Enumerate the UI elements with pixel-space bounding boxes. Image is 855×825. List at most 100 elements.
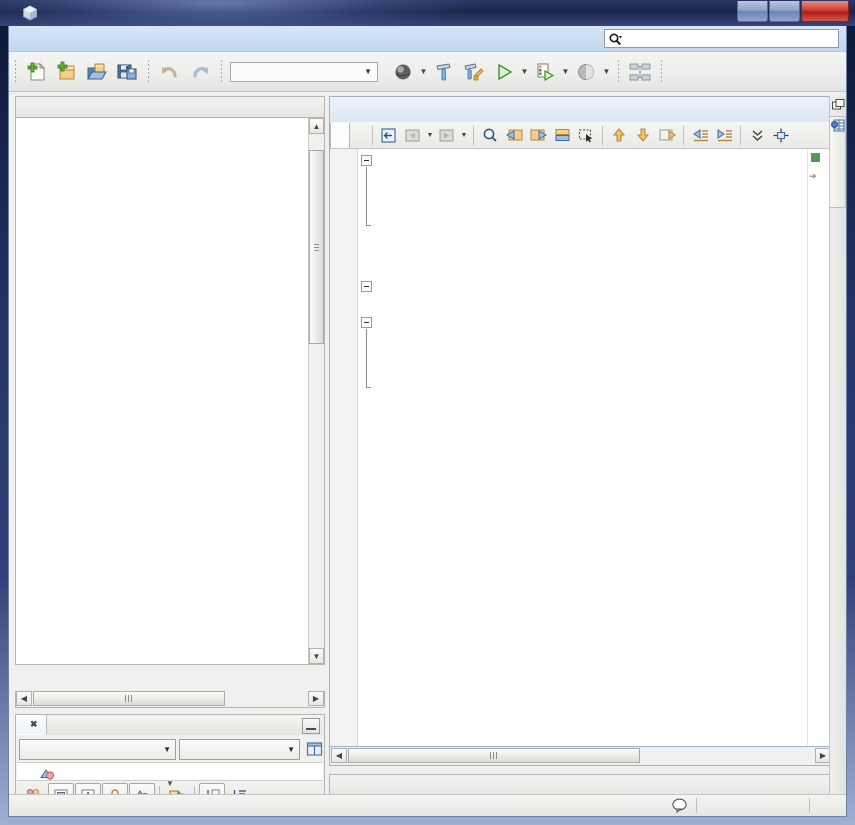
navigator-filter-combo[interactable]: ▼ — [179, 739, 300, 760]
toolbar-separator-3 — [221, 59, 222, 84]
title-bar — [0, 0, 855, 26]
next-bookmark-button[interactable] — [526, 123, 550, 147]
window-controls — [737, 1, 849, 22]
team-server-button[interactable] — [625, 57, 655, 87]
last-edit-button[interactable] — [377, 123, 401, 147]
previous-error-button[interactable] — [607, 123, 631, 147]
clean-build-icon — [464, 62, 484, 80]
projects-tree[interactable] — [16, 118, 299, 664]
shift-right-icon — [717, 128, 732, 141]
prev-bookmark-icon — [505, 129, 522, 140]
projects-tab-row — [15, 96, 325, 117]
toggle-rectangular-selection-button[interactable] — [574, 123, 598, 147]
shift-line-right-button[interactable] — [712, 123, 736, 147]
tab-properties-label — [817, 135, 831, 225]
save-all-button[interactable] — [112, 57, 142, 87]
next-bookmark-icon — [530, 129, 547, 140]
toolbar-separator-5 — [661, 59, 662, 84]
profile-dropdown[interactable]: ▼ — [601, 58, 612, 86]
editor-hscroll-thumb[interactable] — [348, 748, 640, 763]
shift-line-left-button[interactable] — [688, 123, 712, 147]
scroll-up-arrow[interactable]: ▲ — [309, 118, 324, 134]
set-main-project-dropdown[interactable]: ▼ — [418, 58, 429, 86]
run-dropdown[interactable]: ▼ — [519, 58, 530, 86]
memory-badge — [668, 58, 712, 86]
output-tab-row — [329, 774, 833, 795]
scroll-down-arrow[interactable]: ▼ — [309, 648, 324, 664]
fold-toggle-license[interactable] — [361, 155, 372, 166]
shift-icon — [659, 129, 676, 140]
chevron-down-icon: ▼ — [287, 745, 295, 754]
editor-hscroll-left-arrow[interactable]: ◀ — [331, 748, 347, 763]
profile-project-button[interactable] — [571, 57, 601, 87]
set-main-project-button[interactable] — [388, 57, 418, 87]
editor-horizontal-scrollbar[interactable]: ◀ ▶ — [329, 747, 833, 766]
minimize-navigator-button[interactable] — [302, 718, 320, 734]
debug-dropdown[interactable]: ▼ — [560, 58, 571, 86]
main-toolbar: ▼ ▼ ▼ ▼ ▼ — [9, 52, 846, 92]
project-config-combo[interactable]: ▼ — [230, 61, 378, 82]
projects-tree-pane[interactable]: ▲ ▼ — [15, 117, 325, 665]
clean-build-button[interactable] — [459, 57, 489, 87]
fold-toggle-javadoc[interactable] — [361, 317, 372, 328]
editor-toolbar-separator-5 — [740, 125, 741, 145]
hscroll-left-arrow[interactable]: ◀ — [16, 691, 32, 706]
back-history-button[interactable] — [401, 123, 425, 147]
projects-vertical-scrollbar[interactable]: ▲ ▼ — [308, 118, 324, 664]
new-file-button[interactable] — [22, 57, 52, 87]
debug-project-button[interactable] — [530, 57, 560, 87]
error-stripe[interactable]: ➔ — [807, 149, 824, 746]
tab-navigator[interactable]: ✖ — [16, 715, 47, 735]
editor-toolbar-separator-4 — [683, 125, 684, 145]
open-project-button[interactable] — [82, 57, 112, 87]
undo-icon — [162, 66, 177, 78]
float-window-icon[interactable] — [832, 99, 845, 115]
profile-pie-icon — [578, 63, 594, 80]
shift-line-button[interactable] — [655, 123, 679, 147]
forward-history-button[interactable] — [435, 123, 459, 147]
run-project-button[interactable] — [489, 57, 519, 87]
forward-history-dropdown[interactable]: ▼ — [459, 124, 469, 146]
status-bar — [9, 794, 846, 816]
close-button[interactable] — [801, 1, 849, 22]
back-history-dropdown[interactable]: ▼ — [425, 124, 435, 146]
scroll-thumb[interactable] — [309, 150, 324, 344]
code-text[interactable] — [376, 151, 808, 746]
previous-bookmark-button[interactable] — [502, 123, 526, 147]
redo-button[interactable] — [185, 57, 215, 87]
globe-icon — [395, 64, 411, 79]
toggle-bookmark-button[interactable] — [550, 123, 574, 147]
build-project-button[interactable] — [429, 57, 459, 87]
redo-icon — [193, 66, 208, 78]
navigator-view-combo[interactable]: ▼ — [19, 739, 176, 760]
navigator-panel-toggle-button[interactable] — [303, 738, 326, 761]
hscroll-right-arrow[interactable]: ▶ — [308, 691, 324, 706]
up-arrow-icon — [612, 127, 626, 141]
search-input[interactable] — [604, 29, 839, 48]
new-project-button[interactable] — [52, 57, 82, 87]
maximize-button[interactable] — [769, 1, 800, 22]
tab-properties[interactable] — [830, 116, 846, 208]
panel-layout-icon — [306, 742, 323, 756]
close-icon[interactable]: ✖ — [30, 719, 38, 730]
toggle-comment-button[interactable] — [745, 123, 769, 147]
minimize-button[interactable] — [737, 1, 768, 22]
notification-badge[interactable] — [664, 795, 694, 816]
code-editor[interactable]: ➔ — [329, 149, 833, 747]
magnifier-icon — [483, 128, 497, 142]
navigator-combos: ▼ ▼ — [19, 738, 326, 761]
debug-icon — [537, 63, 555, 81]
expand-all-folds-button[interactable] — [769, 123, 793, 147]
properties-icon — [831, 119, 845, 136]
find-selection-button[interactable] — [478, 123, 502, 147]
hscroll-thumb[interactable] — [33, 691, 225, 706]
projects-horizontal-scrollbar[interactable]: ◀ ▶ — [15, 691, 325, 708]
tab-history[interactable] — [350, 123, 368, 148]
next-error-button[interactable] — [631, 123, 655, 147]
collapse-navigator-toolbar[interactable]: ▼ — [164, 780, 176, 788]
toolbar-separator-4 — [618, 59, 619, 84]
code-fold-column[interactable] — [359, 149, 375, 746]
fold-toggle-imports[interactable] — [361, 281, 372, 292]
tab-source[interactable] — [330, 122, 350, 148]
undo-button[interactable] — [155, 57, 185, 87]
